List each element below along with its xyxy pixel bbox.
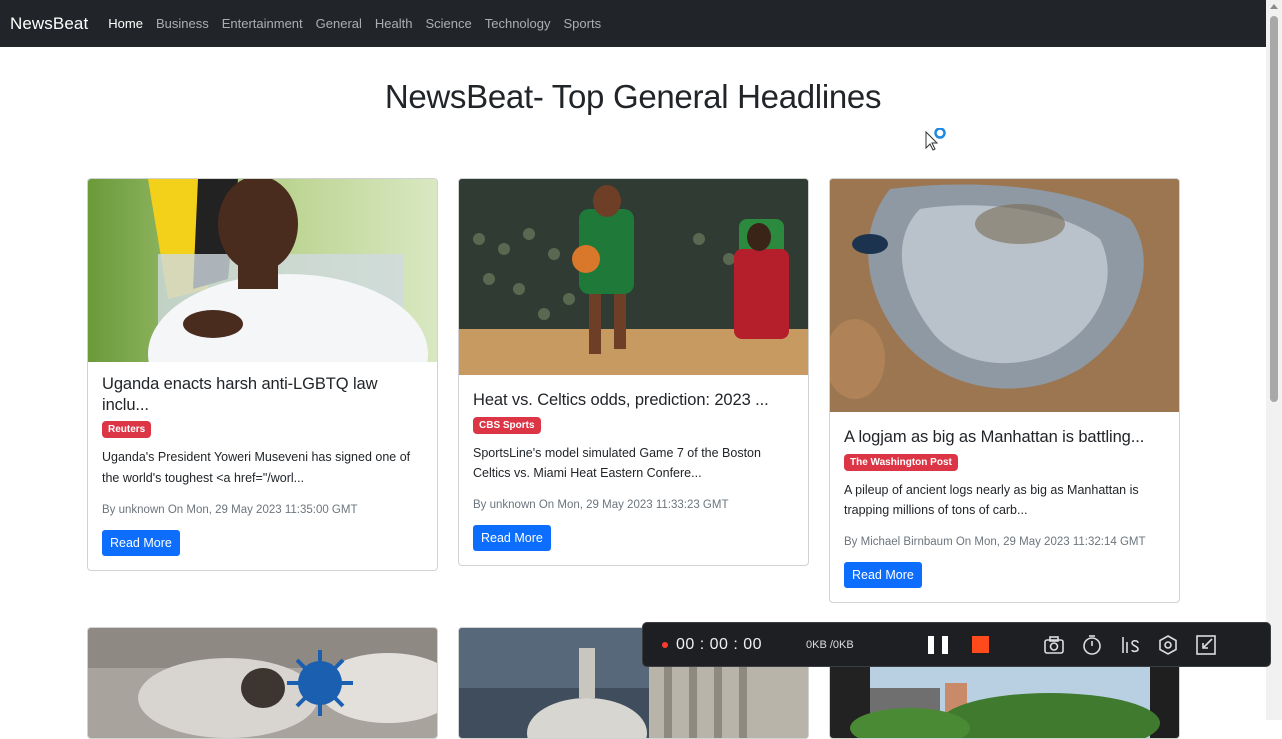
settings-icon[interactable] [1157,634,1179,656]
scroll-thumb[interactable] [1270,16,1278,402]
page-title: NewsBeat- Top General Headlines [384,78,882,115]
card-meta: By unknown On Mon, 29 May 2023 11:35:00 … [102,503,358,516]
camera-icon[interactable] [1043,634,1065,656]
card-title[interactable]: Heat vs. Celtics odds, prediction: 2023 … [473,390,794,411]
card-title[interactable]: Uganda enacts harsh anti-LGBTQ law inclu… [102,374,423,415]
source-badge: Reuters [102,421,152,439]
uganda-photo-image [88,179,437,362]
brand-logo[interactable]: NewsBeat [10,14,88,34]
nav-link-home[interactable]: Home [108,16,143,31]
recording-indicator-icon [662,641,668,648]
stop-button[interactable] [972,636,989,653]
timer-icon[interactable] [1081,634,1103,656]
nav-link-health[interactable]: Health [375,16,413,31]
news-card: Uganda enacts harsh anti-LGBTQ law inclu… [87,178,438,571]
screen-recorder-toolbar: 00 : 00 : 00 0KB /0KB [642,622,1271,667]
read-more-button[interactable]: Read More [473,524,551,551]
card-body: Uganda enacts harsh anti-LGBTQ law inclu… [88,362,437,570]
source-badge: The Washington Post [844,453,958,471]
logjam-aerial-image [830,179,1179,412]
nav-link-technology[interactable]: Technology [485,16,551,31]
news-card: A logjam as big as Manhattan is battling… [829,178,1180,603]
navbar: NewsBeat Home Business Entertainment Gen… [0,0,1266,47]
recorder-actions [1043,634,1233,656]
nav-link-entertainment[interactable]: Entertainment [222,16,303,31]
read-more-button[interactable]: Read More [844,561,922,588]
news-card: Heat vs. Celtics odds, prediction: 2023 … [458,178,809,566]
card-body: A logjam as big as Manhattan is battling… [830,412,1179,602]
sleeping-woman-image [88,628,437,738]
card-description: SportsLine's model simulated Game 7 of t… [473,445,761,481]
card-image [88,179,437,362]
annotation-tools-icon[interactable] [1119,634,1141,656]
card-image [830,179,1179,412]
card-description: Uganda's President Yoweri Museveni has s… [102,450,411,485]
nav-links: Home Business Entertainment General Heal… [108,16,614,31]
card-description: A pileup of ancient logs nearly as big a… [844,482,1139,518]
read-more-button[interactable]: Read More [102,529,180,556]
card-meta: By Michael Birnbaum On Mon, 29 May 2023 … [844,535,1146,548]
mouse-cursor-icon [925,128,946,151]
card-image [459,179,808,375]
pause-bar [928,635,934,654]
recording-size: 0KB /0KB [806,638,854,651]
pause-bar [942,635,948,654]
scroll-up-arrow-icon[interactable] [1270,4,1278,9]
recording-timer: 00 : 00 : 00 [676,635,763,653]
nav-link-business[interactable]: Business [156,16,209,31]
nav-link-sports[interactable]: Sports [564,16,602,31]
news-card [87,627,438,739]
basketball-photo-image [459,179,808,375]
nav-link-science[interactable]: Science [425,16,471,31]
pause-button[interactable] [928,635,948,654]
nav-link-general[interactable]: General [316,16,362,31]
page-scrollbar[interactable] [1266,0,1282,720]
source-badge: CBS Sports [473,416,541,434]
card-meta: By unknown On Mon, 29 May 2023 11:33:23 … [473,498,729,511]
minimize-icon[interactable] [1195,634,1217,656]
card-title[interactable]: A logjam as big as Manhattan is battling… [844,427,1165,448]
card-body: Heat vs. Celtics odds, prediction: 2023 … [459,375,808,565]
